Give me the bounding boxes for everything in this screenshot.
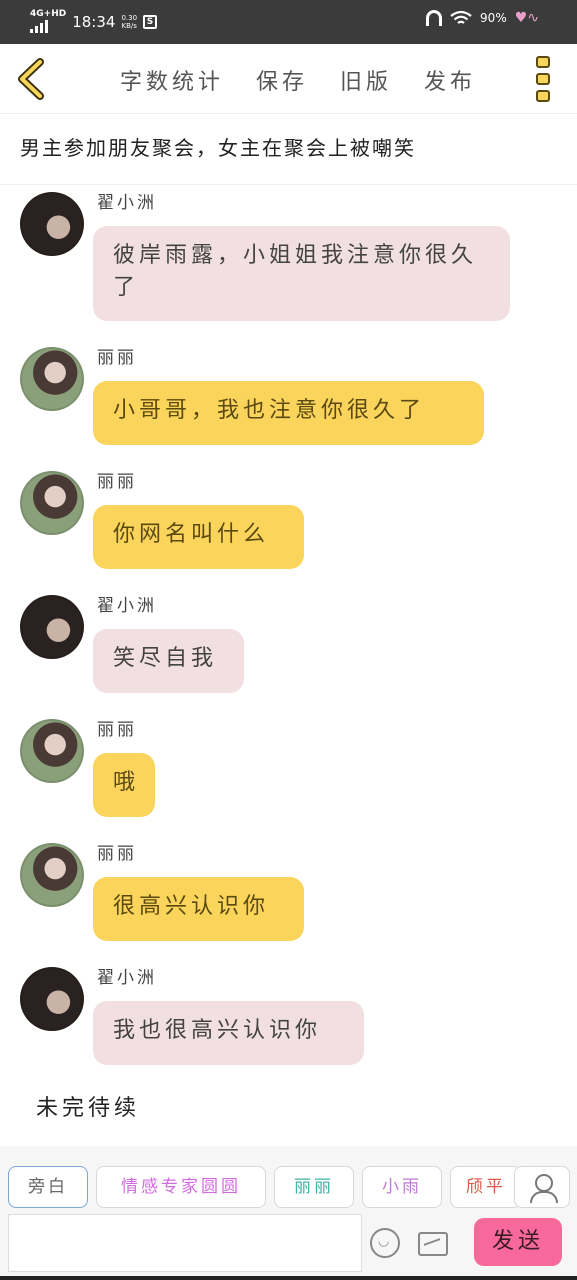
story-title[interactable]: 男主参加朋友聚会，女主在聚会上被嘲笑 bbox=[20, 132, 416, 161]
role-chip-lili[interactable]: 丽丽 bbox=[274, 1166, 354, 1208]
save-button[interactable]: 保存 bbox=[256, 64, 308, 96]
sender-name: 丽丽 bbox=[97, 844, 137, 864]
back-arrow-icon[interactable] bbox=[14, 58, 50, 100]
role-chip-expert[interactable]: 情感专家圆圆 bbox=[96, 1166, 266, 1208]
message-bubble[interactable]: 彼岸雨露，小姐姐我注意你很久了 bbox=[93, 226, 510, 321]
network-type: 4G+HD bbox=[30, 9, 67, 19]
message-bubble[interactable]: 很高兴认识你 bbox=[93, 877, 304, 941]
old-version-button[interactable]: 旧版 bbox=[340, 64, 392, 96]
send-button[interactable]: 发送 bbox=[474, 1218, 562, 1266]
message-bubble[interactable]: 我也很高兴认识你 bbox=[93, 1001, 364, 1065]
avatar[interactable] bbox=[20, 192, 84, 256]
sender-name: 翟小洲 bbox=[97, 193, 157, 213]
avatar[interactable] bbox=[20, 595, 84, 659]
avatar[interactable] bbox=[20, 967, 84, 1031]
avatar[interactable] bbox=[20, 843, 84, 907]
status-left: 4G+HD 18:34 0.30 KB/s S bbox=[30, 10, 158, 33]
publish-button[interactable]: 发布 bbox=[424, 64, 476, 96]
net-speed: 0.30 KB/s bbox=[121, 14, 137, 30]
status-right: 90% ♥∿ bbox=[426, 10, 539, 26]
composer-panel: 旁白 情感专家圆圆 丽丽 小雨 颀平 发送 bbox=[0, 1146, 577, 1280]
system-nav-line bbox=[0, 1276, 577, 1280]
message-bubble[interactable]: 小哥哥，我也注意你很久了 bbox=[93, 381, 484, 445]
message-input[interactable] bbox=[8, 1214, 362, 1272]
emoji-icon[interactable] bbox=[370, 1228, 400, 1258]
sender-name: 翟小洲 bbox=[97, 968, 157, 988]
top-nav: 字数统计 保存 旧版 发布 bbox=[0, 44, 577, 114]
divider bbox=[0, 184, 577, 185]
battery-level: 90% bbox=[480, 11, 507, 25]
more-menu-icon[interactable] bbox=[536, 56, 552, 102]
sender-name: 丽丽 bbox=[97, 472, 137, 492]
wifi-icon bbox=[450, 10, 472, 24]
app-notification-icon: S bbox=[143, 14, 158, 29]
role-chip-narrator[interactable]: 旁白 bbox=[8, 1166, 88, 1208]
signal-group: 4G+HD bbox=[30, 10, 66, 33]
signal-icon bbox=[30, 19, 66, 33]
net-speed-unit: KB/s bbox=[121, 21, 137, 30]
status-bar: 4G+HD 18:34 0.30 KB/s S 90% ♥∿ bbox=[0, 0, 577, 44]
person-icon[interactable] bbox=[514, 1166, 570, 1208]
net-speed-value: 0.30 bbox=[121, 13, 138, 22]
heart-icon: ♥∿ bbox=[514, 10, 539, 26]
nav-actions: 字数统计 保存 旧版 发布 bbox=[120, 64, 476, 96]
avatar[interactable] bbox=[20, 347, 84, 411]
image-icon[interactable] bbox=[418, 1232, 448, 1256]
sender-name: 丽丽 bbox=[97, 720, 137, 740]
headphones-icon bbox=[426, 10, 443, 26]
to-be-continued-text: 未完待续 bbox=[36, 1096, 141, 1121]
role-chip-qiping[interactable]: 颀平 bbox=[450, 1166, 522, 1208]
message-bubble[interactable]: 笑尽自我 bbox=[93, 629, 244, 693]
message-bubble[interactable]: 哦 bbox=[93, 753, 155, 817]
sender-name: 丽丽 bbox=[97, 348, 137, 368]
role-chip-xiaoyu[interactable]: 小雨 bbox=[362, 1166, 442, 1208]
message-bubble[interactable]: 你网名叫什么 bbox=[93, 505, 304, 569]
word-count-button[interactable]: 字数统计 bbox=[120, 64, 224, 96]
avatar[interactable] bbox=[20, 719, 84, 783]
sender-name: 翟小洲 bbox=[97, 596, 157, 616]
clock: 18:34 bbox=[72, 12, 116, 31]
avatar[interactable] bbox=[20, 471, 84, 535]
